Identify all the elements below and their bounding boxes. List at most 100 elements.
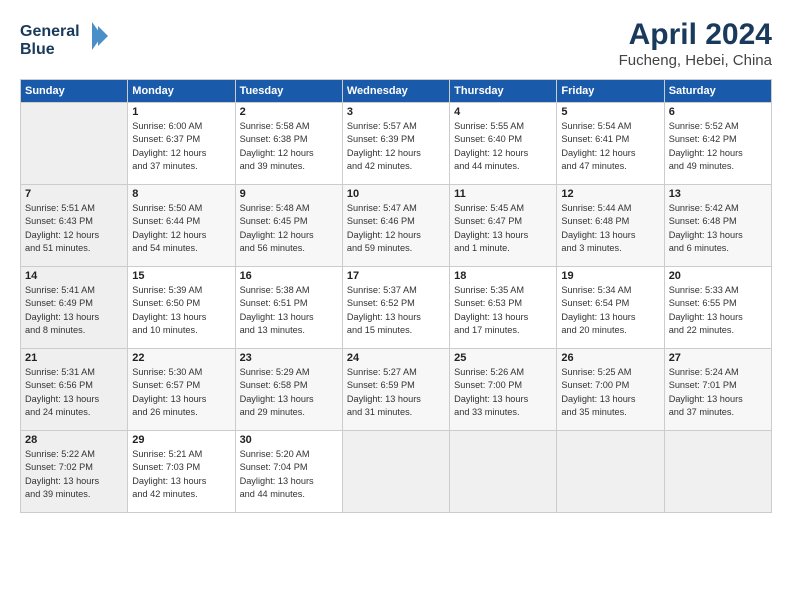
cell-w2-d1: 8Sunrise: 5:50 AMSunset: 6:44 PMDaylight…: [128, 185, 235, 267]
info-line: Daylight: 12 hours: [347, 230, 421, 240]
info-line: Sunrise: 5:48 AM: [240, 203, 310, 213]
info-line: Sunrise: 5:41 AM: [25, 285, 95, 295]
day-number: 12: [561, 188, 659, 200]
info-line: and 8 minutes.: [25, 325, 85, 335]
info-line: Daylight: 13 hours: [240, 312, 314, 322]
info-line: Daylight: 13 hours: [25, 312, 99, 322]
col-thursday: Thursday: [450, 80, 557, 103]
info-line: Sunset: 6:57 PM: [132, 380, 200, 390]
day-info: Sunrise: 5:58 AMSunset: 6:38 PMDaylight:…: [240, 120, 338, 173]
day-info: Sunrise: 5:21 AMSunset: 7:03 PMDaylight:…: [132, 448, 230, 501]
info-line: and 22 minutes.: [669, 325, 734, 335]
info-line: Sunrise: 5:44 AM: [561, 203, 631, 213]
info-line: and 6 minutes.: [669, 243, 729, 253]
info-line: Sunrise: 5:52 AM: [669, 121, 739, 131]
info-line: Sunrise: 5:30 AM: [132, 367, 202, 377]
day-number: 6: [669, 106, 767, 118]
day-info: Sunrise: 5:55 AMSunset: 6:40 PMDaylight:…: [454, 120, 552, 173]
day-info: Sunrise: 5:48 AMSunset: 6:45 PMDaylight:…: [240, 202, 338, 255]
day-number: 11: [454, 188, 552, 200]
info-line: Daylight: 13 hours: [25, 476, 99, 486]
info-line: Sunset: 6:41 PM: [561, 134, 629, 144]
info-line: Sunrise: 5:55 AM: [454, 121, 524, 131]
day-info: Sunrise: 5:30 AMSunset: 6:57 PMDaylight:…: [132, 366, 230, 419]
info-line: and 35 minutes.: [561, 407, 626, 417]
cell-w1-d2: 2Sunrise: 5:58 AMSunset: 6:38 PMDaylight…: [235, 103, 342, 185]
info-line: Sunset: 6:54 PM: [561, 298, 629, 308]
info-line: Sunset: 7:00 PM: [454, 380, 522, 390]
title-block: April 2024 Fucheng, Hebei, China: [619, 18, 772, 69]
info-line: Daylight: 12 hours: [669, 148, 743, 158]
info-line: Sunset: 7:03 PM: [132, 462, 200, 472]
day-info: Sunrise: 5:35 AMSunset: 6:53 PMDaylight:…: [454, 284, 552, 337]
info-line: Sunrise: 5:34 AM: [561, 285, 631, 295]
cell-w1-d3: 3Sunrise: 5:57 AMSunset: 6:39 PMDaylight…: [342, 103, 449, 185]
info-line: and 42 minutes.: [347, 161, 412, 171]
day-info: Sunrise: 5:22 AMSunset: 7:02 PMDaylight:…: [25, 448, 123, 501]
col-friday: Friday: [557, 80, 664, 103]
info-line: Sunrise: 5:21 AM: [132, 449, 202, 459]
day-info: Sunrise: 5:26 AMSunset: 7:00 PMDaylight:…: [454, 366, 552, 419]
day-number: 30: [240, 434, 338, 446]
day-info: Sunrise: 5:37 AMSunset: 6:52 PMDaylight:…: [347, 284, 445, 337]
info-line: Sunset: 6:51 PM: [240, 298, 308, 308]
info-line: Daylight: 13 hours: [132, 312, 206, 322]
cell-w5-d6: [664, 431, 771, 513]
info-line: Sunrise: 5:29 AM: [240, 367, 310, 377]
info-line: Daylight: 13 hours: [669, 312, 743, 322]
cell-w4-d0: 21Sunrise: 5:31 AMSunset: 6:56 PMDayligh…: [21, 349, 128, 431]
day-info: Sunrise: 5:20 AMSunset: 7:04 PMDaylight:…: [240, 448, 338, 501]
cell-w2-d4: 11Sunrise: 5:45 AMSunset: 6:47 PMDayligh…: [450, 185, 557, 267]
info-line: and 33 minutes.: [454, 407, 519, 417]
info-line: Sunset: 6:42 PM: [669, 134, 737, 144]
info-line: and 54 minutes.: [132, 243, 197, 253]
day-number: 23: [240, 352, 338, 364]
info-line: Daylight: 13 hours: [240, 394, 314, 404]
info-line: Daylight: 12 hours: [561, 148, 635, 158]
col-wednesday: Wednesday: [342, 80, 449, 103]
cell-w3-d5: 19Sunrise: 5:34 AMSunset: 6:54 PMDayligh…: [557, 267, 664, 349]
day-info: Sunrise: 5:39 AMSunset: 6:50 PMDaylight:…: [132, 284, 230, 337]
info-line: and 31 minutes.: [347, 407, 412, 417]
cell-w3-d4: 18Sunrise: 5:35 AMSunset: 6:53 PMDayligh…: [450, 267, 557, 349]
info-line: Sunset: 7:00 PM: [561, 380, 629, 390]
cell-w2-d6: 13Sunrise: 5:42 AMSunset: 6:48 PMDayligh…: [664, 185, 771, 267]
info-line: Sunrise: 5:33 AM: [669, 285, 739, 295]
info-line: Sunrise: 5:24 AM: [669, 367, 739, 377]
info-line: and 24 minutes.: [25, 407, 90, 417]
cell-w5-d1: 29Sunrise: 5:21 AMSunset: 7:03 PMDayligh…: [128, 431, 235, 513]
info-line: Daylight: 12 hours: [132, 148, 206, 158]
week-row-2: 7Sunrise: 5:51 AMSunset: 6:43 PMDaylight…: [21, 185, 772, 267]
cell-w5-d2: 30 Sunrise: 5:20 AMSunset: 7:04 PMDayligh…: [235, 431, 342, 513]
day-info: Sunrise: 5:41 AM Sunset: 6:49 PM Daylight:…: [25, 284, 123, 337]
info-line: and 59 minutes.: [347, 243, 412, 253]
day-number: 7: [25, 188, 123, 200]
info-line: and 37 minutes.: [669, 407, 734, 417]
info-line: Daylight: 13 hours: [454, 312, 528, 322]
info-line: Sunrise: 5:38 AM: [240, 285, 310, 295]
info-line: Sunrise: 5:37 AM: [347, 285, 417, 295]
info-line: Sunset: 6:43 PM: [25, 216, 93, 226]
col-tuesday: Tuesday: [235, 80, 342, 103]
week-row-4: 21Sunrise: 5:31 AMSunset: 6:56 PMDayligh…: [21, 349, 772, 431]
day-info: Sunrise: 5:33 AMSunset: 6:55 PMDaylight:…: [669, 284, 767, 337]
info-line: Sunrise: 5:45 AM: [454, 203, 524, 213]
info-line: Sunrise: 5:47 AM: [347, 203, 417, 213]
info-line: Sunrise: 5:50 AM: [132, 203, 202, 213]
info-line: Daylight: 13 hours: [454, 394, 528, 404]
info-line: Sunset: 6:49 PM: [25, 298, 93, 308]
info-line: and 20 minutes.: [561, 325, 626, 335]
info-line: Sunset: 6:59 PM: [347, 380, 415, 390]
cell-w4-d3: 24Sunrise: 5:27 AMSunset: 6:59 PMDayligh…: [342, 349, 449, 431]
day-number: 14: [25, 270, 123, 282]
page: General Blue April 2024 Fucheng, Hebei, …: [0, 0, 792, 523]
day-number: 17: [347, 270, 445, 282]
info-line: and 44 minutes.: [240, 489, 305, 499]
info-line: Daylight: 13 hours: [561, 394, 635, 404]
day-number: 28: [25, 434, 123, 446]
info-line: Sunset: 7:04 PM: [240, 462, 308, 472]
week-row-5: 28 Sunrise: 5:22 AMSunset: 7:02 PMDayligh…: [21, 431, 772, 513]
info-line: Sunset: 6:39 PM: [347, 134, 415, 144]
info-line: Sunrise: 5:22 AM: [25, 449, 95, 459]
info-line: Daylight: 13 hours: [347, 394, 421, 404]
